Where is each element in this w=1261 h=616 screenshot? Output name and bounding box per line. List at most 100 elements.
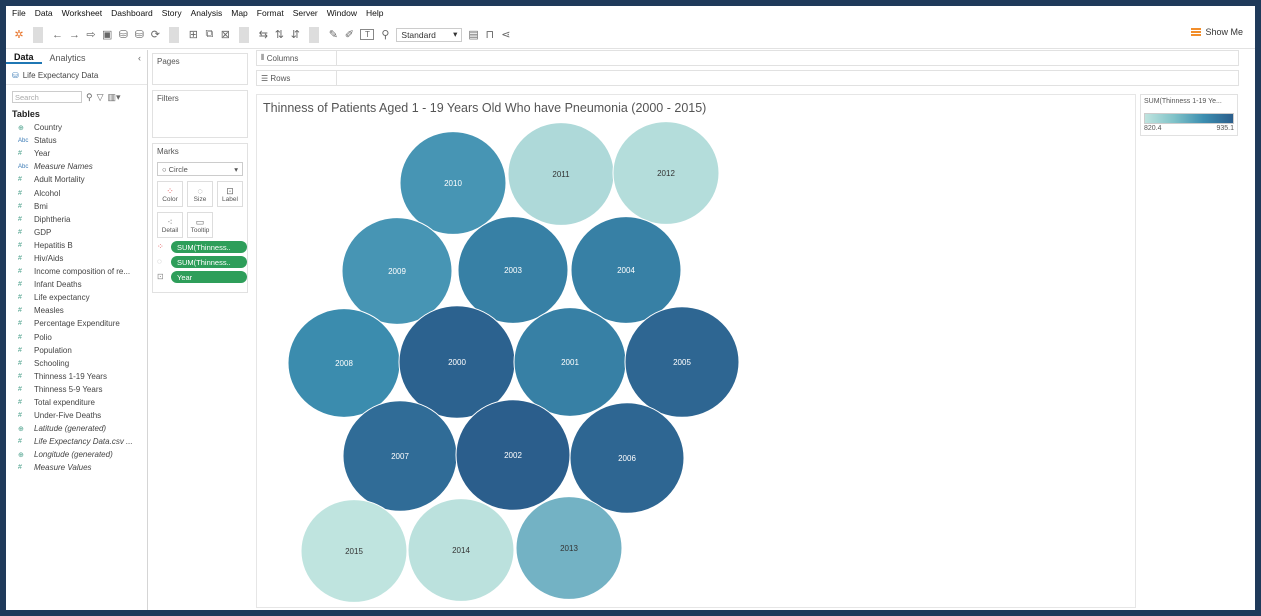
size-icon: ◌ [197, 185, 203, 196]
field-item[interactable]: # Thinness 1-19 Years [6, 370, 147, 383]
field-name: GDP [34, 227, 52, 237]
field-item[interactable]: # Schooling [6, 357, 147, 370]
bubble-label-2010: 2010 [444, 179, 462, 188]
field-item[interactable]: # Infant Deaths [6, 278, 147, 291]
data-source[interactable]: ⛁ Life Expectancy Data [6, 66, 147, 85]
view-options-icon[interactable]: ▥▾ [108, 92, 121, 103]
color-legend[interactable]: SUM(Thinness 1-19 Ye... 820.4 935.1 [1140, 94, 1238, 136]
menu-item-file[interactable]: File [12, 8, 26, 18]
new-data-source-icon[interactable]: ⛁ [118, 28, 128, 41]
collapse-pane-icon[interactable]: ‹ [138, 53, 141, 63]
label-icon: ⊡ [157, 272, 164, 281]
sort-descending-icon[interactable]: ⇵ [290, 28, 300, 41]
forward-icon[interactable]: → [69, 29, 80, 41]
field-item[interactable]: # GDP [6, 226, 147, 239]
mark-type-select[interactable]: ○ Circle ▾ [157, 162, 243, 176]
field-name: Diphtheria [34, 214, 71, 224]
field-name: Hiv/Aids [34, 253, 64, 263]
tab-analytics[interactable]: Analytics [42, 53, 94, 63]
show-me-button[interactable]: Show Me [1191, 27, 1243, 37]
presentation-mode-icon[interactable]: ⊓ [485, 28, 495, 41]
filter-icon[interactable]: ▽ [97, 92, 104, 103]
menu-item-dashboard[interactable]: Dashboard [111, 8, 153, 18]
number-type-icon: # [18, 464, 22, 472]
field-item[interactable]: # Life expectancy [6, 291, 147, 304]
field-item[interactable]: # Measles [6, 304, 147, 317]
field-item[interactable]: ⊕ Longitude (generated) [6, 448, 147, 461]
tooltip-button[interactable]: ▭ Tooltip [187, 212, 213, 238]
number-type-icon: # [18, 333, 22, 341]
field-item[interactable]: ⊕ Latitude (generated) [6, 422, 147, 435]
field-item[interactable]: Abc Measure Names [6, 160, 147, 173]
field-item[interactable]: # Polio [6, 331, 147, 344]
field-item[interactable]: Abc Status [6, 134, 147, 147]
menu-item-server[interactable]: Server [293, 8, 318, 18]
filters-card[interactable]: Filters [152, 90, 248, 138]
field-name: Life Expectancy Data.csv ... [34, 437, 133, 447]
pages-card[interactable]: Pages [152, 53, 248, 85]
color-pill[interactable]: SUM(Thinness.. [171, 241, 247, 253]
highlight-icon[interactable]: ✎ [328, 28, 338, 41]
tableau-logo-icon[interactable]: ✲ [14, 28, 24, 41]
show-labels-icon[interactable]: T [360, 29, 375, 40]
tab-data[interactable]: Data [6, 52, 42, 64]
menu-item-analysis[interactable]: Analysis [191, 8, 223, 18]
bubble-label-2014: 2014 [452, 546, 470, 555]
size-button[interactable]: ◌ Size [187, 181, 213, 207]
columns-shelf[interactable]: ⦀ Columns [256, 50, 1239, 66]
search-icon[interactable]: ⚲ [86, 92, 93, 103]
pause-updates-icon[interactable]: ⛁ [134, 28, 144, 41]
refresh-icon[interactable]: ⟳ [150, 28, 160, 41]
fix-axes-icon[interactable]: ⚲ [380, 28, 390, 41]
label-button[interactable]: ⊡ Label [217, 181, 243, 207]
share-icon[interactable]: ⋖ [501, 28, 511, 41]
field-item[interactable]: # Thinness 5-9 Years [6, 383, 147, 396]
field-item[interactable]: # Percentage Expenditure [6, 317, 147, 330]
menu-item-worksheet[interactable]: Worksheet [62, 8, 102, 18]
fit-select[interactable]: Standard ▾ [396, 27, 463, 42]
bubble-label-2005: 2005 [673, 358, 691, 367]
size-pill[interactable]: SUM(Thinness.. [171, 256, 247, 268]
field-item[interactable]: # Under-Five Deaths [6, 409, 147, 422]
rows-shelf[interactable]: ☰ Rows [256, 70, 1239, 86]
save-icon[interactable]: ▣ [102, 28, 112, 41]
group-icon[interactable]: ✐ [344, 28, 354, 41]
field-item[interactable]: # Total expenditure [6, 396, 147, 409]
detail-button[interactable]: ⁖ Detail [157, 212, 183, 238]
field-item[interactable]: ⊕ Country [6, 121, 147, 134]
field-name: Percentage Expenditure [34, 319, 120, 329]
new-worksheet-icon[interactable]: ⊞ [188, 28, 198, 41]
field-item[interactable]: # Measure Values [6, 461, 147, 474]
menu-item-map[interactable]: Map [231, 8, 248, 18]
field-item[interactable]: # Life Expectancy Data.csv ... [6, 435, 147, 448]
field-item[interactable]: # Hepatitis B [6, 239, 147, 252]
menu-item-help[interactable]: Help [366, 8, 383, 18]
cards-column: Pages Filters Marks ○ Circle ▾ ⁘ Color ◌ S… [148, 50, 252, 610]
clear-sheet-icon[interactable]: ⊠ [220, 28, 230, 41]
worksheet-view[interactable]: Thinness of Patients Aged 1 - 19 Years O… [256, 94, 1136, 608]
search-input[interactable]: Search [12, 91, 82, 103]
menu-item-data[interactable]: Data [35, 8, 53, 18]
sort-ascending-icon[interactable]: ⇅ [274, 28, 284, 41]
field-item[interactable]: # Income composition of re... [6, 265, 147, 278]
field-item[interactable]: # Population [6, 344, 147, 357]
menu-item-window[interactable]: Window [327, 8, 357, 18]
label-pill[interactable]: Year [171, 271, 247, 283]
database-icon: ⛁ [12, 70, 19, 80]
color-button[interactable]: ⁘ Color [157, 181, 183, 207]
color-icon: ⁘ [166, 185, 174, 196]
duplicate-sheet-icon[interactable]: ⧉ [204, 28, 214, 41]
field-item[interactable]: # Diphtheria [6, 213, 147, 226]
redo-icon[interactable]: ⇨ [86, 28, 96, 41]
bubble-label-2015: 2015 [345, 547, 363, 556]
swap-icon[interactable]: ⇆ [258, 28, 268, 41]
menu-item-story[interactable]: Story [162, 8, 182, 18]
field-item[interactable]: # Bmi [6, 200, 147, 213]
field-item[interactable]: # Adult Mortality [6, 173, 147, 186]
menu-item-format[interactable]: Format [257, 8, 284, 18]
field-item[interactable]: # Alcohol [6, 186, 147, 199]
field-item[interactable]: # Year [6, 147, 147, 160]
field-item[interactable]: # Hiv/Aids [6, 252, 147, 265]
show-cards-icon[interactable]: ▤ [468, 28, 478, 41]
back-icon[interactable]: ← [52, 29, 63, 41]
